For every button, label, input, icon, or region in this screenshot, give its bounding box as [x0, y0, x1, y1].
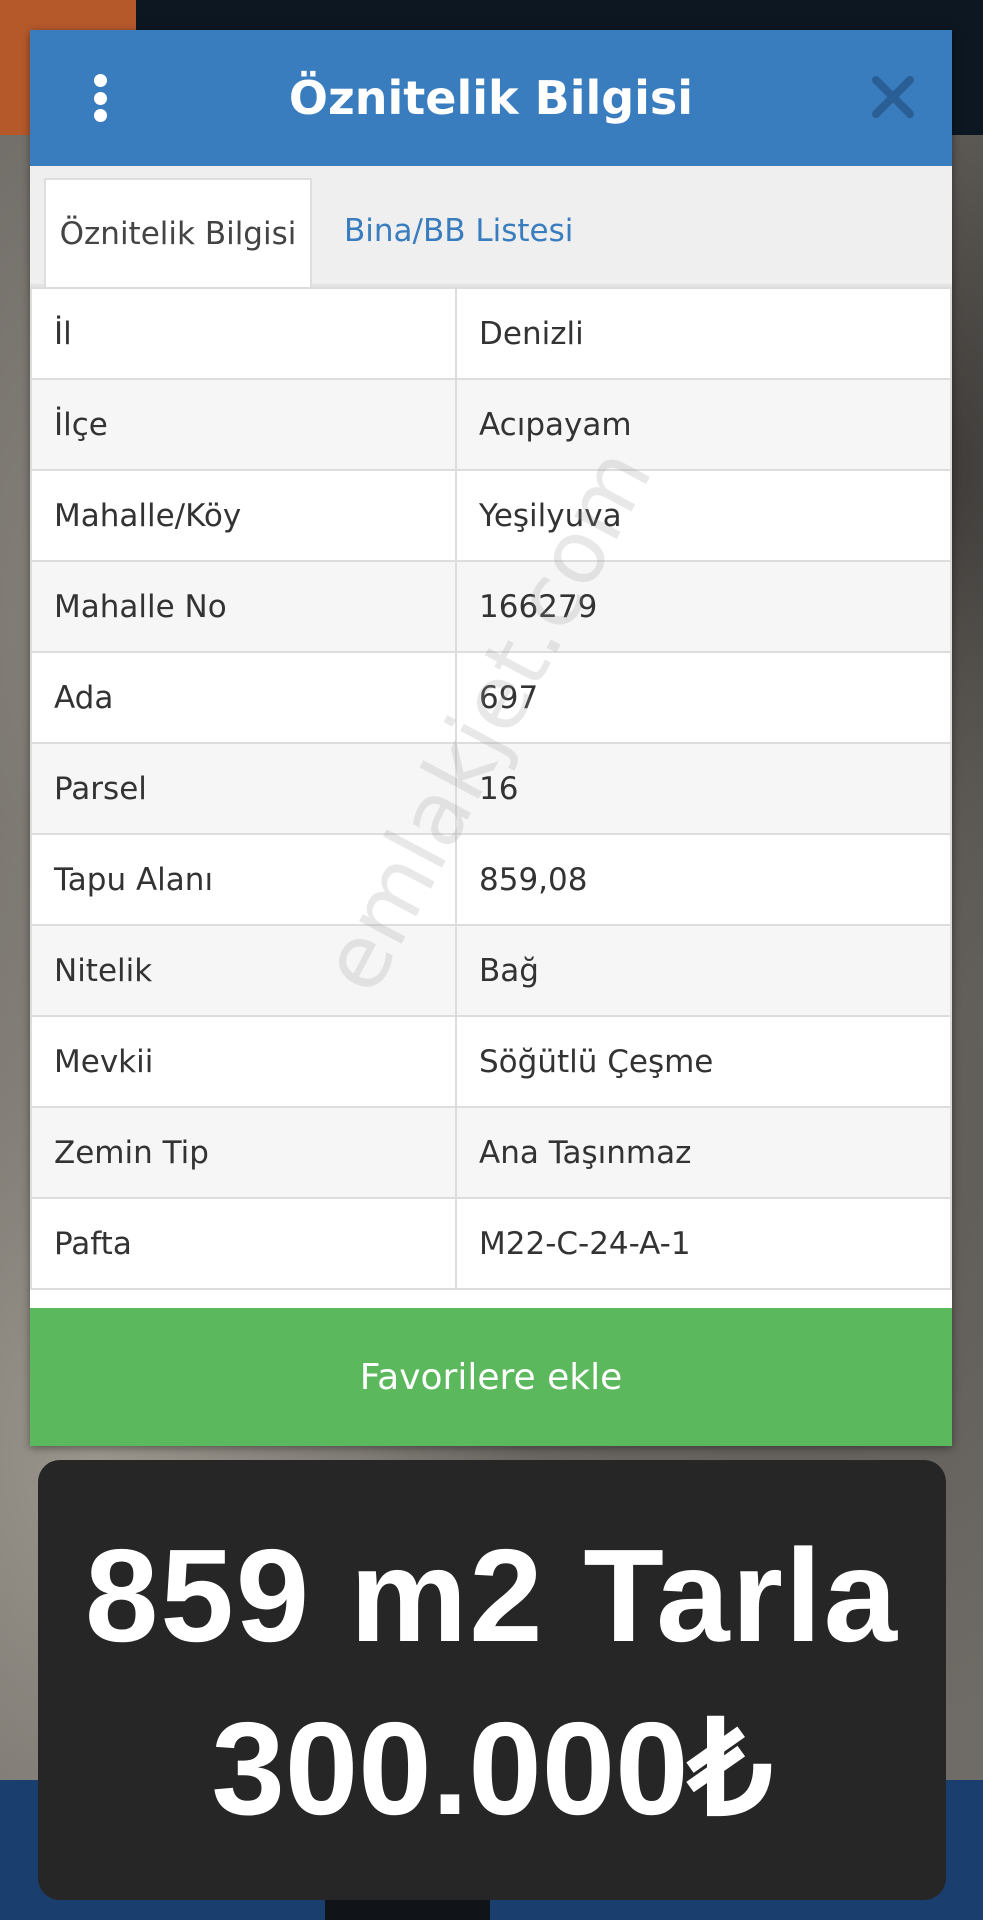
table-row: Nitelik Bağ	[30, 924, 952, 1017]
attribute-key: Mahalle/Köy	[30, 469, 457, 562]
attribute-key: Pafta	[30, 1197, 457, 1290]
dialog-title: Öznitelik Bilgisi	[288, 71, 694, 125]
table-row: İl Denizli	[30, 287, 952, 380]
vertical-dots-icon[interactable]	[92, 74, 108, 122]
table-row: Mahalle/Köy Yeşilyuva	[30, 469, 952, 562]
banner-area-text: 859 m2 Tarla	[84, 1522, 900, 1669]
price-banner: 859 m2 Tarla 300.000₺	[38, 1460, 946, 1900]
tab-bar: Öznitelik Bilgisi Bina/BB Listesi	[30, 166, 952, 287]
attribute-value: Bağ	[455, 924, 952, 1017]
tab-attribute-info[interactable]: Öznitelik Bilgisi	[44, 178, 312, 287]
attribute-value: Acıpayam	[455, 378, 952, 471]
table-row: Zemin Tip Ana Taşınmaz	[30, 1106, 952, 1199]
dialog-header: Öznitelik Bilgisi	[30, 30, 952, 166]
attribute-key: Ada	[30, 651, 457, 744]
table-row: İlçe Acıpayam	[30, 378, 952, 471]
attribute-value: Söğütlü Çeşme	[455, 1015, 952, 1108]
table-row: Mevkii Söğütlü Çeşme	[30, 1015, 952, 1108]
table-row: Tapu Alanı 859,08	[30, 833, 952, 926]
add-favorite-button[interactable]: Favorilere ekle	[30, 1308, 952, 1446]
attribute-value: Ana Taşınmaz	[455, 1106, 952, 1199]
attribute-value: 16	[455, 742, 952, 835]
attribute-dialog: Öznitelik Bilgisi Öznitelik Bilgisi Bina…	[30, 30, 952, 1446]
attribute-value: M22-C-24-A-1	[455, 1197, 952, 1290]
banner-price-text: 300.000₺	[211, 1695, 773, 1842]
close-icon[interactable]	[868, 72, 918, 122]
attribute-key: İl	[30, 287, 457, 380]
attribute-key: İlçe	[30, 378, 457, 471]
attribute-value: Denizli	[455, 287, 952, 380]
attribute-key: Zemin Tip	[30, 1106, 457, 1199]
attribute-key: Mevkii	[30, 1015, 457, 1108]
attribute-value: 859,08	[455, 833, 952, 926]
attribute-key: Mahalle No	[30, 560, 457, 653]
tab-building-list[interactable]: Bina/BB Listesi	[344, 178, 573, 284]
table-row: Pafta M22-C-24-A-1	[30, 1197, 952, 1290]
